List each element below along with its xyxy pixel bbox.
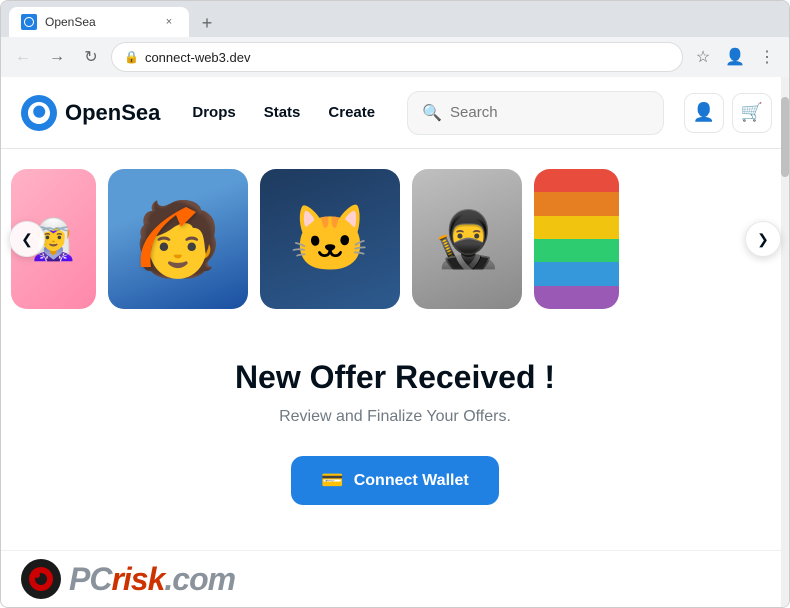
nft-character-4: 🥷: [412, 169, 522, 309]
tab-close-button[interactable]: ×: [161, 14, 177, 30]
refresh-button[interactable]: ↻: [77, 43, 105, 71]
nft-carousel: ❮ 🧝‍♀️ 🧑 🐱 🥷: [1, 149, 789, 329]
profile-icon: 👤: [693, 102, 715, 123]
tab-bar: OpenSea × +: [1, 1, 789, 37]
pcrisk-logo: PCrisk.com: [21, 559, 235, 599]
back-button[interactable]: ←: [9, 43, 37, 71]
scrollbar-thumb[interactable]: [781, 97, 789, 177]
opensea-header: OpenSea Drops Stats Create 🔍 👤 🛒: [1, 77, 789, 149]
pcrisk-icon: [21, 559, 61, 599]
carousel-next-button[interactable]: ❯: [745, 221, 781, 257]
profile-action-button[interactable]: 👤: [684, 93, 724, 133]
pcrisk-brand-colored: risk: [111, 561, 164, 597]
browser-content: OpenSea Drops Stats Create 🔍 👤 🛒: [1, 77, 789, 607]
pcrisk-brand: PC: [69, 561, 111, 597]
nft-card-2[interactable]: 🧑: [108, 169, 248, 309]
carousel-prev-button[interactable]: ❮: [9, 221, 45, 257]
tab-favicon: [21, 14, 37, 30]
pcrisk-suffix: .com: [164, 561, 235, 597]
search-input[interactable]: [450, 104, 649, 121]
opensea-search-bar[interactable]: 🔍: [407, 91, 664, 135]
connect-wallet-button[interactable]: 💳 Connect Wallet: [291, 456, 498, 505]
new-tab-button[interactable]: +: [193, 9, 221, 37]
browser-tab[interactable]: OpenSea ×: [9, 7, 189, 37]
opensea-actions: 👤 🛒: [684, 93, 772, 133]
nav-item-drops[interactable]: Drops: [180, 96, 247, 129]
watermark: PCrisk.com: [1, 550, 789, 607]
opensea-logo[interactable]: OpenSea: [21, 95, 160, 131]
pcrisk-text: PCrisk.com: [69, 561, 235, 598]
menu-button[interactable]: ⋮: [753, 43, 781, 71]
offer-subtitle: Review and Finalize Your Offers.: [279, 408, 511, 426]
tab-title: OpenSea: [45, 15, 153, 29]
opensea-nav: Drops Stats Create: [180, 96, 387, 129]
opensea-logo-text: OpenSea: [65, 100, 160, 126]
nft-character-2: 🧑: [108, 169, 248, 309]
profile-button[interactable]: 👤: [721, 43, 749, 71]
connect-wallet-label: Connect Wallet: [354, 472, 469, 490]
cart-icon: 🛒: [741, 102, 763, 123]
nft-card-4[interactable]: 🥷: [412, 169, 522, 309]
scrollbar[interactable]: [781, 77, 789, 607]
nav-icons: ☆ 👤 ⋮: [689, 43, 781, 71]
navigation-bar: ← → ↻ 🔒 connect-web3.dev ☆ 👤 ⋮: [1, 37, 789, 77]
nav-item-create[interactable]: Create: [316, 96, 387, 129]
wallet-icon: 💳: [321, 470, 343, 491]
address-bar[interactable]: 🔒 connect-web3.dev: [111, 42, 683, 72]
nft-card-5[interactable]: [534, 169, 619, 309]
lock-icon: 🔒: [124, 50, 139, 64]
nav-item-stats[interactable]: Stats: [252, 96, 313, 129]
opensea-logo-icon: [21, 95, 57, 131]
bookmark-button[interactable]: ☆: [689, 43, 717, 71]
offer-title: New Offer Received !: [235, 359, 555, 396]
nft-character-5: [534, 169, 619, 309]
cart-action-button[interactable]: 🛒: [732, 93, 772, 133]
forward-button[interactable]: →: [43, 43, 71, 71]
nft-character-3: 🐱: [260, 169, 400, 309]
page-content: OpenSea Drops Stats Create 🔍 👤 🛒: [1, 77, 789, 607]
nft-card-3[interactable]: 🐱: [260, 169, 400, 309]
url-text: connect-web3.dev: [145, 50, 670, 65]
main-content: New Offer Received ! Review and Finalize…: [1, 329, 789, 550]
browser-frame: OpenSea × + ← → ↻ 🔒 connect-web3.dev ☆ 👤…: [0, 0, 790, 608]
search-icon: 🔍: [422, 103, 442, 123]
